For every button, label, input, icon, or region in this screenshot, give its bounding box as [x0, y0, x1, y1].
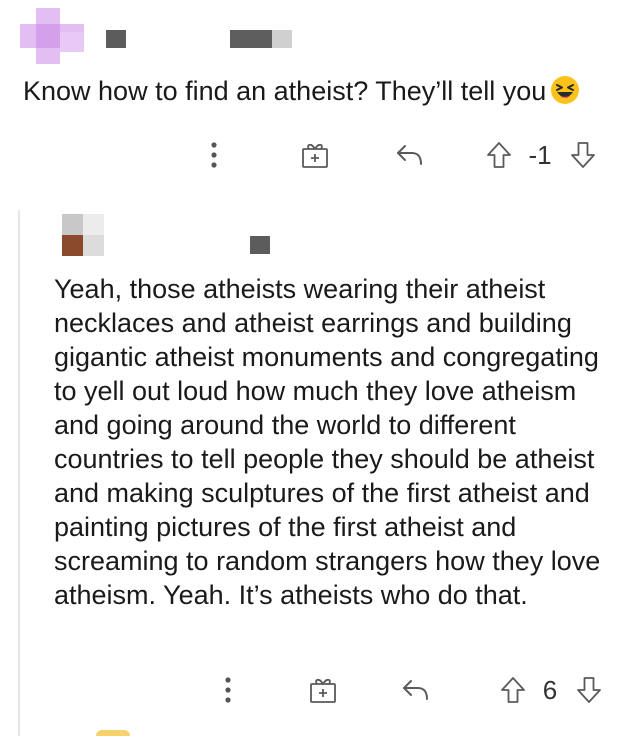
reply-arrow-icon[interactable]	[398, 670, 434, 710]
gift-award-icon[interactable]	[306, 670, 340, 710]
comment-action-bar: -1	[0, 135, 640, 175]
more-options-icon[interactable]	[214, 670, 242, 710]
more-options-icon[interactable]	[200, 135, 228, 175]
comment-username-redacted	[106, 30, 126, 48]
upvote-arrow-icon[interactable]	[482, 135, 516, 175]
upvote-arrow-icon[interactable]	[496, 670, 530, 710]
downvote-arrow-icon[interactable]	[566, 135, 600, 175]
gift-award-icon[interactable]	[298, 135, 332, 175]
reply-avatar[interactable]	[62, 214, 104, 256]
reply-body: Yeah, those atheists wearing their athei…	[54, 274, 601, 610]
reply-action-bar: 6	[0, 670, 640, 710]
comment-meta-redacted	[230, 30, 292, 48]
reply-score: 6	[542, 674, 558, 705]
comment-score: -1	[528, 139, 552, 170]
next-comment-avatar[interactable]	[96, 730, 130, 736]
comment-text: Know how to find an atheist? They’ll tel…	[23, 76, 547, 106]
thread-line[interactable]	[18, 210, 20, 736]
reply-arrow-icon[interactable]	[392, 135, 428, 175]
downvote-arrow-icon[interactable]	[572, 670, 606, 710]
comment-avatar[interactable]	[20, 8, 84, 64]
reply-username-redacted	[250, 236, 270, 254]
grinning-squinting-face-icon	[550, 75, 580, 105]
comment-body: Know how to find an atheist? They’ll tel…	[23, 74, 623, 108]
